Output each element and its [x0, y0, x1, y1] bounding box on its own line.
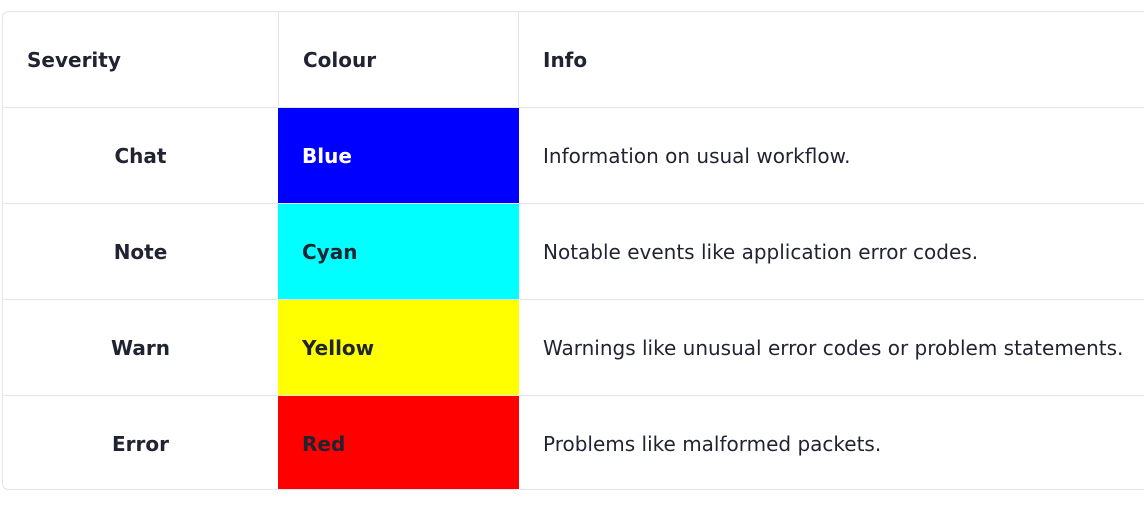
table-row: Note Cyan Notable events like applicatio… — [3, 204, 1144, 300]
colour-cell: Blue — [278, 108, 519, 203]
severity-table: Severity Colour Info Chat Blue Informati… — [2, 11, 1144, 490]
table-row: Warn Yellow Warnings like unusual error … — [3, 300, 1144, 396]
colour-cell: Yellow — [278, 300, 519, 395]
table-row: Chat Blue Information on usual workflow. — [3, 108, 1144, 204]
severity-cell: Warn — [111, 335, 170, 360]
severity-cell: Error — [112, 432, 169, 456]
colour-cell: Red — [278, 396, 519, 489]
table-row: Error Red Problems like malformed packet… — [3, 396, 1144, 489]
severity-cell: Note — [113, 239, 168, 264]
info-cell: Problems like malformed packets. — [543, 432, 882, 456]
info-cell: Information on usual workflow. — [543, 143, 851, 168]
header-info: Info — [543, 47, 588, 72]
header-colour: Colour — [278, 12, 519, 107]
header-severity: Severity — [27, 47, 121, 72]
info-cell: Notable events like application error co… — [543, 239, 979, 264]
table-header-row: Severity Colour Info — [3, 12, 1144, 108]
severity-cell: Chat — [114, 143, 167, 168]
info-cell: Warnings like unusual error codes or pro… — [543, 335, 1124, 360]
colour-cell: Cyan — [278, 204, 519, 299]
